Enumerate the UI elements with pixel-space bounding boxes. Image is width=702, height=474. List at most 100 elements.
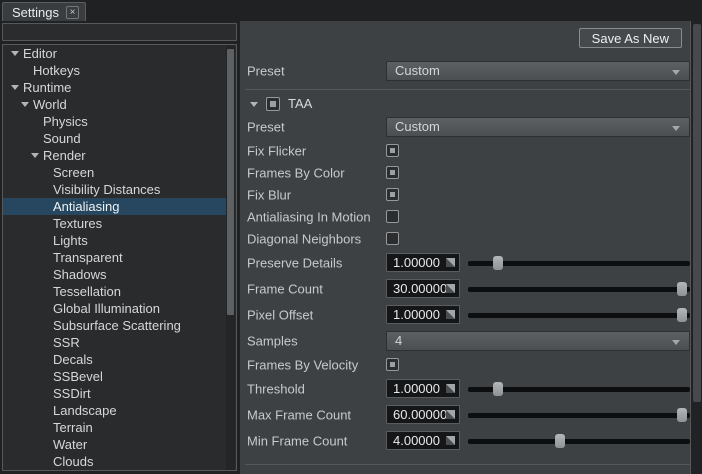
tree-item-hotkeys[interactable]: Hotkeys xyxy=(3,62,227,79)
max-frame-count-label: Max Frame Count xyxy=(247,408,351,423)
value-drag-handle-icon[interactable] xyxy=(446,436,455,445)
tree-item-runtime[interactable]: Runtime xyxy=(3,79,227,96)
slider-thumb[interactable] xyxy=(555,434,565,448)
frame-count-value: 30.00000 xyxy=(393,280,446,297)
min-frame-count-value-field[interactable]: 4.00000 xyxy=(386,431,460,450)
samples-dropdown[interactable]: 4 xyxy=(386,331,690,351)
preset-dropdown[interactable]: Custom xyxy=(386,117,690,137)
antialiasing-in-motion-checkbox[interactable] xyxy=(386,210,399,223)
tree-item-label: Transparent xyxy=(53,250,123,265)
preserve-details-slider[interactable] xyxy=(468,250,690,276)
value-drag-handle-icon[interactable] xyxy=(446,410,455,419)
value-drag-handle-icon[interactable] xyxy=(446,258,455,267)
tab-settings[interactable]: Settings × xyxy=(2,2,86,21)
tree-item-render[interactable]: Render xyxy=(3,147,227,164)
tree-item-sound[interactable]: Sound xyxy=(3,130,227,147)
tree-item-lights[interactable]: Lights xyxy=(3,232,227,249)
expand-arrow-icon[interactable] xyxy=(11,51,19,56)
frames-by-velocity-checkbox[interactable] xyxy=(386,358,399,371)
tree-item-visibility-distances[interactable]: Visibility Distances xyxy=(3,181,227,198)
pixel-offset-value: 1.00000 xyxy=(393,306,446,323)
tree-item-ssbevel[interactable]: SSBevel xyxy=(3,368,227,385)
tree-item-terrain[interactable]: Terrain xyxy=(3,419,227,436)
tree-item-world[interactable]: World xyxy=(3,96,227,113)
setting-row-samples: Samples4 xyxy=(240,328,690,354)
fix-flicker-checkbox[interactable] xyxy=(386,144,399,157)
expand-arrow-icon[interactable] xyxy=(31,153,39,158)
setting-row-frames-by-velocity: Frames By Velocity xyxy=(240,354,690,376)
frames-by-color-checkbox[interactable] xyxy=(386,166,399,179)
save-as-new-button[interactable]: Save As New xyxy=(579,28,682,48)
panel-scrollbar[interactable] xyxy=(690,21,702,474)
expand-arrow-icon[interactable] xyxy=(21,102,29,107)
pixel-offset-slider[interactable] xyxy=(468,302,690,328)
tree-item-clouds[interactable]: Clouds xyxy=(3,453,227,470)
max-frame-count-value-field[interactable]: 60.00000 xyxy=(386,405,460,424)
min-frame-count-label: Min Frame Count xyxy=(247,434,347,449)
preserve-details-value-field[interactable]: 1.00000 xyxy=(386,253,460,272)
value-drag-handle-icon[interactable] xyxy=(446,284,455,293)
tree-scrollbar[interactable] xyxy=(226,46,235,471)
setting-row-frame-count: Frame Count30.00000 xyxy=(240,276,690,302)
tree-item-water[interactable]: Water xyxy=(3,436,227,453)
separator xyxy=(245,464,690,465)
close-icon[interactable]: × xyxy=(66,6,79,19)
collapse-arrow-icon[interactable] xyxy=(250,102,258,107)
tree-item-tessellation[interactable]: Tessellation xyxy=(3,283,227,300)
setting-row-preset: PresetCustom xyxy=(240,114,690,140)
settings-filter-input[interactable] xyxy=(2,23,237,41)
tree-item-label: Subsurface Scattering xyxy=(53,318,181,333)
frame-count-value-field[interactable]: 30.00000 xyxy=(386,279,460,298)
max-frame-count-slider[interactable] xyxy=(468,402,690,428)
tree-item-shadows[interactable]: Shadows xyxy=(3,266,227,283)
pixel-offset-value-field[interactable]: 1.00000 xyxy=(386,305,460,324)
tree-item-label: Runtime xyxy=(23,80,71,95)
chevron-down-icon xyxy=(672,340,680,345)
slider-track[interactable] xyxy=(468,313,690,318)
tree-item-ssr[interactable]: SSR xyxy=(3,334,227,351)
tree-item-global-illumination[interactable]: Global Illumination xyxy=(3,300,227,317)
slider-track[interactable] xyxy=(468,413,690,418)
tree-item-ssdirt[interactable]: SSDirt xyxy=(3,385,227,402)
slider-thumb[interactable] xyxy=(677,282,687,296)
fix-blur-checkbox[interactable] xyxy=(386,188,399,201)
tree-item-decals[interactable]: Decals xyxy=(3,351,227,368)
slider-thumb[interactable] xyxy=(677,408,687,422)
tree-item-screen[interactable]: Screen xyxy=(3,164,227,181)
value-drag-handle-icon[interactable] xyxy=(446,384,455,393)
tree-item-transparent[interactable]: Transparent xyxy=(3,249,227,266)
slider-track[interactable] xyxy=(468,287,690,292)
tree-item-label: Global Illumination xyxy=(53,301,160,316)
tree-item-antialiasing[interactable]: Antialiasing xyxy=(3,198,227,215)
tree-item-landscape[interactable]: Landscape xyxy=(3,402,227,419)
tree-item-textures[interactable]: Textures xyxy=(3,215,227,232)
panel-scrollbar-thumb[interactable] xyxy=(693,24,701,402)
tree-item-label: Editor xyxy=(23,46,57,61)
tree-item-subsurface-scattering[interactable]: Subsurface Scattering xyxy=(3,317,227,334)
tree-scrollbar-thumb[interactable] xyxy=(227,49,234,315)
tree-item-label: World xyxy=(33,97,67,112)
taa-enabled-checkbox[interactable] xyxy=(266,97,280,111)
slider-thumb[interactable] xyxy=(493,382,503,396)
tree-item-label: Decals xyxy=(53,352,93,367)
settings-rows: PresetCustomFix FlickerFrames By ColorFi… xyxy=(240,114,690,454)
max-frame-count-value: 60.00000 xyxy=(393,406,446,423)
setting-row-fix-blur: Fix Blur xyxy=(240,184,690,206)
diagonal-neighbors-label: Diagonal Neighbors xyxy=(247,232,361,247)
expand-arrow-icon[interactable] xyxy=(11,85,19,90)
threshold-value-field[interactable]: 1.00000 xyxy=(386,379,460,398)
frame-count-slider[interactable] xyxy=(468,276,690,302)
tree-item-label: Landscape xyxy=(53,403,117,418)
slider-track[interactable] xyxy=(468,439,690,444)
setting-row-diagonal-neighbors: Diagonal Neighbors xyxy=(240,228,690,250)
tree-item-physics[interactable]: Physics xyxy=(3,113,227,130)
slider-thumb[interactable] xyxy=(677,308,687,322)
slider-thumb[interactable] xyxy=(493,256,503,270)
preset-dropdown[interactable]: Custom xyxy=(386,61,690,81)
value-drag-handle-icon[interactable] xyxy=(446,310,455,319)
threshold-slider[interactable] xyxy=(468,376,690,402)
tree-item-editor[interactable]: Editor xyxy=(3,45,227,62)
diagonal-neighbors-checkbox[interactable] xyxy=(386,232,399,245)
min-frame-count-slider[interactable] xyxy=(468,428,690,454)
tree-item-label: Lights xyxy=(53,233,88,248)
